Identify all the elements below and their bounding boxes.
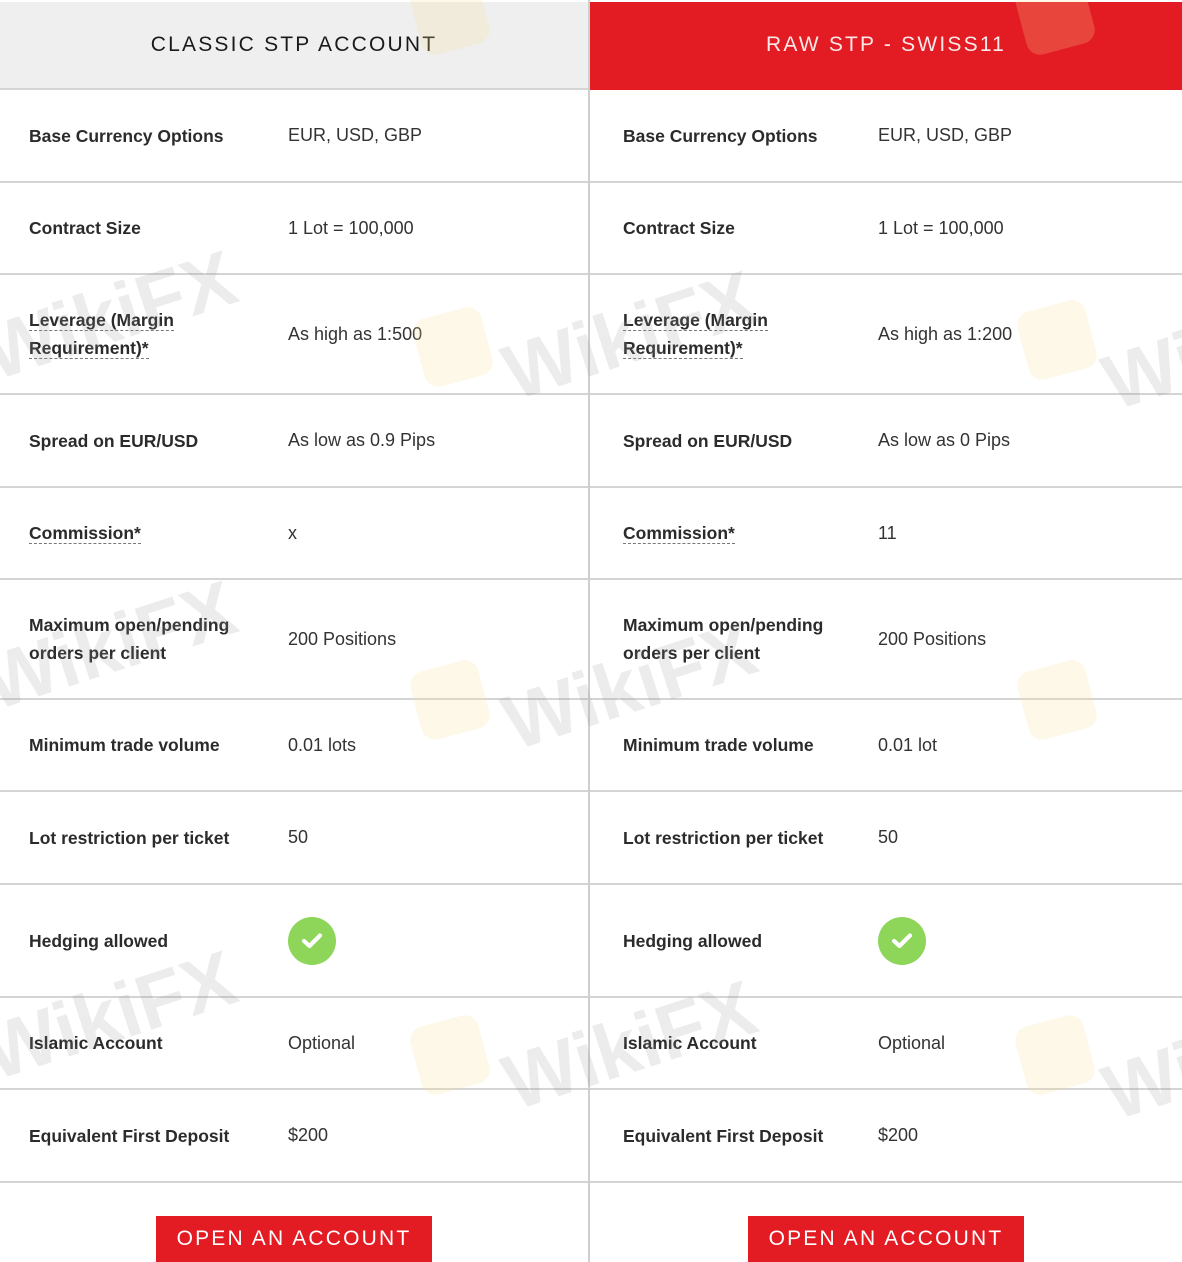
label-text: Spread on EUR/USD bbox=[29, 430, 199, 451]
tooltip-term[interactable]: Commission* bbox=[29, 523, 141, 544]
row-label: Maximum open/pending orders per client bbox=[0, 611, 288, 667]
label-text: Maximum open/pending orders per client bbox=[29, 615, 230, 663]
row-value: $200 bbox=[878, 1125, 919, 1145]
table-row-base-currency-options: Base Currency Options EUR, USD, GBP bbox=[0, 90, 588, 183]
label-text: Lot restriction per ticket bbox=[29, 827, 230, 848]
table-row-leverage-margin-requirement: Leverage (Margin Requirement)* As high as… bbox=[0, 275, 588, 395]
row-label: Commission* bbox=[0, 519, 288, 547]
button-area: OPEN AN ACCOUNT bbox=[590, 1183, 1182, 1262]
account-title: CLASSIC STP ACCOUNT bbox=[0, 2, 588, 90]
row-value: $200 bbox=[288, 1125, 329, 1145]
row-label: Equivalent First Deposit bbox=[0, 1122, 288, 1150]
row-label: Hedging allowed bbox=[0, 927, 288, 955]
table-row-maximum-open-pending-orders-per-client: Maximum open/pending orders per client 20… bbox=[590, 580, 1182, 700]
label-text: Contract Size bbox=[623, 218, 735, 238]
check-icon bbox=[878, 916, 926, 965]
label-text: Equivalent First Deposit bbox=[29, 1125, 230, 1146]
label-text: Hedging allowed bbox=[623, 930, 763, 951]
row-value: As high as 1:200 bbox=[878, 323, 1013, 344]
open-account-button[interactable]: OPEN AN ACCOUNT bbox=[156, 1216, 432, 1262]
table-row-spread-on-eur-usd: Spread on EUR/USD As low as 0 Pips bbox=[590, 395, 1182, 488]
table-row-equivalent-first-deposit: Equivalent First Deposit $200 bbox=[590, 1090, 1182, 1183]
row-label: Leverage (Margin Requirement)* bbox=[590, 306, 878, 362]
row-value: As low as 0.9 Pips bbox=[288, 430, 436, 450]
button-area: OPEN AN ACCOUNT bbox=[0, 1183, 588, 1262]
row-value: 50 bbox=[288, 827, 309, 847]
row-label: Equivalent First Deposit bbox=[590, 1122, 878, 1150]
label-text: Equivalent First Deposit bbox=[623, 1125, 824, 1146]
table-row-base-currency-options: Base Currency Options EUR, USD, GBP bbox=[590, 90, 1182, 183]
row-label: Base Currency Options bbox=[0, 122, 288, 150]
row-value: x bbox=[288, 522, 297, 543]
row-value: 1 Lot = 100,000 bbox=[878, 217, 1004, 238]
tooltip-term[interactable]: Commission* bbox=[623, 523, 735, 544]
row-value: EUR, USD, GBP bbox=[878, 125, 1013, 145]
row-value: As high as 1:500 bbox=[288, 323, 423, 344]
table-row-leverage-margin-requirement: Leverage (Margin Requirement)* As high as… bbox=[590, 275, 1182, 395]
classic-stp-column: CLASSIC STP ACCOUNT Base Currency Options… bbox=[0, 0, 590, 1262]
label-text: Base Currency Options bbox=[623, 125, 818, 146]
tooltip-term[interactable]: Leverage (Margin Requirement)* bbox=[623, 310, 768, 359]
row-value: 50 bbox=[878, 827, 899, 847]
row-value: Optional bbox=[288, 1032, 356, 1053]
row-value: 0.01 lot bbox=[878, 734, 938, 755]
label-text: Islamic Account bbox=[29, 1033, 163, 1053]
row-value: 1 Lot = 100,000 bbox=[288, 217, 414, 238]
row-value: EUR, USD, GBP bbox=[288, 125, 423, 145]
open-account-button[interactable]: OPEN AN ACCOUNT bbox=[748, 1216, 1024, 1262]
table-row-commission: Commission* 11 bbox=[590, 488, 1182, 580]
label-text: Contract Size bbox=[29, 218, 141, 238]
label-text: Minimum trade volume bbox=[29, 735, 220, 755]
table-row-maximum-open-pending-orders-per-client: Maximum open/pending orders per client 20… bbox=[0, 580, 588, 700]
label-text: Hedging allowed bbox=[29, 930, 169, 951]
row-label: Maximum open/pending orders per client bbox=[590, 611, 878, 667]
row-value: 11 bbox=[878, 522, 897, 543]
row-label: Hedging allowed bbox=[590, 927, 878, 955]
table-row-islamic-account: Islamic Account Optional bbox=[590, 998, 1182, 1090]
label-text: Maximum open/pending orders per client bbox=[623, 615, 824, 663]
row-label: Spread on EUR/USD bbox=[0, 427, 288, 455]
row-value: 0.01 lots bbox=[288, 734, 357, 755]
table-row-contract-size: Contract Size 1 Lot = 100,000 bbox=[590, 183, 1182, 275]
table-row-contract-size: Contract Size 1 Lot = 100,000 bbox=[0, 183, 588, 275]
table-row-islamic-account: Islamic Account Optional bbox=[0, 998, 588, 1090]
check-icon bbox=[288, 916, 336, 965]
row-label: Lot restriction per ticket bbox=[0, 824, 288, 852]
row-label: Islamic Account bbox=[0, 1029, 288, 1057]
label-text: Minimum trade volume bbox=[623, 735, 814, 755]
row-label: Base Currency Options bbox=[590, 122, 878, 150]
row-label: Lot restriction per ticket bbox=[590, 824, 878, 852]
row-label: Minimum trade volume bbox=[590, 731, 878, 759]
row-label: Contract Size bbox=[0, 214, 288, 242]
table-row-commission: Commission* x bbox=[0, 488, 588, 580]
account-comparison: CLASSIC STP ACCOUNT Base Currency Options… bbox=[0, 0, 1182, 1262]
label-text: Spread on EUR/USD bbox=[623, 430, 793, 451]
row-value bbox=[878, 916, 1182, 965]
table-row-spread-on-eur-usd: Spread on EUR/USD As low as 0.9 Pips bbox=[0, 395, 588, 488]
table-row-equivalent-first-deposit: Equivalent First Deposit $200 bbox=[0, 1090, 588, 1183]
row-label: Commission* bbox=[590, 519, 878, 547]
row-label: Leverage (Margin Requirement)* bbox=[0, 306, 288, 362]
account-title: RAW STP - SWISS11 bbox=[590, 2, 1182, 90]
label-text: Base Currency Options bbox=[29, 125, 224, 146]
table-row-minimum-trade-volume: Minimum trade volume 0.01 lots bbox=[0, 700, 588, 792]
row-value: Optional bbox=[878, 1032, 946, 1053]
row-label: Contract Size bbox=[590, 214, 878, 242]
table-row-lot-restriction-per-ticket: Lot restriction per ticket 50 bbox=[590, 792, 1182, 885]
label-text: Lot restriction per ticket bbox=[623, 827, 824, 848]
row-value bbox=[288, 916, 588, 965]
label-text: Islamic Account bbox=[623, 1033, 757, 1053]
table-row-hedging-allowed: Hedging allowed bbox=[0, 885, 588, 998]
row-label: Islamic Account bbox=[590, 1029, 878, 1057]
table-row-hedging-allowed: Hedging allowed bbox=[590, 885, 1182, 998]
row-label: Minimum trade volume bbox=[0, 731, 288, 759]
table-row-minimum-trade-volume: Minimum trade volume 0.01 lot bbox=[590, 700, 1182, 792]
row-value: 200 Positions bbox=[878, 628, 987, 649]
table-row-lot-restriction-per-ticket: Lot restriction per ticket 50 bbox=[0, 792, 588, 885]
row-label: Spread on EUR/USD bbox=[590, 427, 878, 455]
row-value: 200 Positions bbox=[288, 628, 397, 649]
row-value: As low as 0 Pips bbox=[878, 430, 1011, 450]
raw-stp-column: RAW STP - SWISS11 Base Currency Options EU… bbox=[590, 0, 1182, 1262]
tooltip-term[interactable]: Leverage (Margin Requirement)* bbox=[29, 310, 174, 359]
